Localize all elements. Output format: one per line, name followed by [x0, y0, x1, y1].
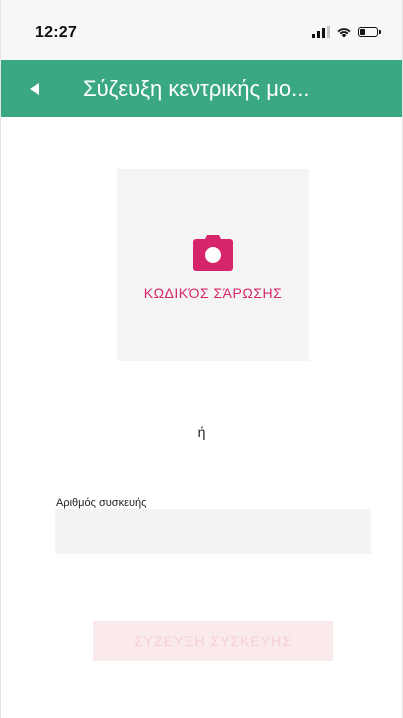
status-bar: 12:27 [1, 0, 402, 60]
page-title: Σύζευξη κεντρικής μο... [83, 76, 310, 101]
app-bar: Σύζευξη κεντρικής μο... [1, 60, 402, 117]
or-divider-text: ή [197, 424, 206, 440]
phone-screen: 12:27 Σύζευξη κεντρικής μο... ΚΩΔΙΚΌΣ ΣΆ… [0, 0, 403, 718]
pair-device-button[interactable]: ΣΥΖΕΥΞΗ ΣΥΣΚΕΥΗΣ [93, 621, 333, 661]
wifi-icon [337, 28, 351, 38]
back-arrow-icon [29, 83, 39, 95]
device-number-label: Αριθμός συσκευής [56, 497, 147, 509]
device-number-input[interactable] [55, 509, 371, 554]
status-time: 12:27 [35, 24, 77, 41]
status-icons [312, 24, 381, 40]
scan-code-button[interactable]: ΚΩΔΙΚΌΣ ΣΆΡΩΣΗΣ [117, 169, 309, 361]
battery-icon [358, 27, 381, 37]
scan-code-label: ΚΩΔΙΚΌΣ ΣΆΡΩΣΗΣ [143, 285, 283, 301]
back-button[interactable] [19, 74, 49, 104]
camera-icon [193, 235, 233, 271]
signal-icon [312, 26, 330, 38]
